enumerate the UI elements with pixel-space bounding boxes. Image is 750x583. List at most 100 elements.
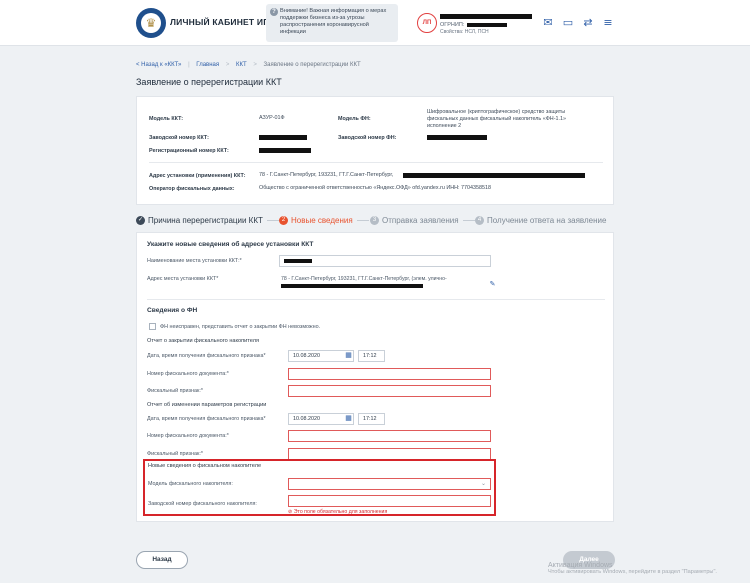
ogrnip-redacted	[467, 22, 508, 27]
change-time-input[interactable]: 17:12	[358, 413, 385, 425]
notice-text: Внимание! Важная информация о мерах подд…	[280, 8, 387, 35]
change-datetime-label: Дата, время получения фискального призна…	[147, 416, 266, 422]
required-error-text: Это поле обязательно для заполнения	[293, 509, 388, 515]
serial-kkt-label: Заводской номер ККТ:	[149, 135, 209, 141]
chat-icon[interactable]: ▭	[561, 16, 575, 30]
progress-stepper: ✓ Причина перерегистрации ККТ 2 Новые св…	[136, 214, 614, 230]
user-ogrnip: ОГРНИП:	[440, 22, 508, 28]
calendar-icon[interactable]: ▦	[344, 414, 353, 423]
kkt-info-card: Модель ККТ: АЗУР-01Ф Модель ФН: Шифровал…	[136, 96, 614, 205]
place-name-redacted	[284, 258, 312, 263]
address-field-value: 78 - Г.Санкт-Петербург, 193231, ГТ.Г.Сан…	[281, 276, 447, 282]
fns-logo[interactable]: ♛	[136, 8, 166, 38]
model-fn-value: Шифровальное (криптографическое) средств…	[427, 109, 566, 129]
change-report-title: Отчет об изменении параметров регистраци…	[147, 402, 267, 408]
closing-doc-number-label: Номер фискального документа:*	[147, 371, 229, 377]
breadcrumb-separator: >	[225, 62, 230, 68]
fn-serial-label: Заводской номер фискального накопителя:	[148, 501, 257, 507]
step-response: 4 Получение ответа на заявление	[475, 216, 606, 225]
reg-number-label: Регистрационный номер ККТ:	[149, 148, 229, 154]
step-new-info[interactable]: 2 Новые сведения	[279, 216, 369, 225]
windows-activation-watermark: Активация Windows Чтобы активировать Win…	[548, 562, 717, 576]
calendar-icon[interactable]: ▦	[344, 351, 353, 360]
change-time-value: 17:12	[363, 416, 377, 422]
watermark-title: Активация Windows	[548, 562, 613, 569]
step-label: Новые сведения	[291, 216, 353, 225]
menu-icon[interactable]: ≡	[601, 16, 615, 30]
step-label: Отправка заявления	[382, 216, 459, 225]
change-doc-number-input[interactable]	[288, 430, 491, 442]
breadcrumb-home[interactable]: Главная	[196, 62, 219, 68]
closing-doc-number-input[interactable]	[288, 368, 491, 380]
step-connector	[266, 220, 279, 221]
change-date-value: 10.08.2020	[293, 416, 320, 422]
breadcrumb-separator: >	[253, 62, 257, 68]
step-connector	[462, 220, 475, 221]
required-error-message: ⊘ Это поле обязательно для заполнения	[288, 509, 387, 515]
new-info-form: Укажите новые сведения об адресе установ…	[136, 232, 614, 522]
model-kkt-value: АЗУР-01Ф	[259, 115, 285, 121]
closing-fiscal-sign-label: Фискальный признак:*	[147, 388, 203, 394]
place-name-label: Наименование места установки ККТ:*	[147, 258, 242, 264]
breadcrumb-kkt[interactable]: ККТ	[236, 62, 247, 68]
closing-report-title: Отчет о закрытии фискального накопителя	[147, 338, 260, 344]
step-done-icon: ✓	[136, 216, 145, 225]
breadcrumb: < Назад к «ККТ» | Главная > ККТ > Заявле…	[136, 62, 366, 68]
step-connector	[356, 220, 369, 221]
ogrnip-label: ОГРНИП:	[440, 22, 465, 28]
address-label: Адрес установки (применения) ККТ:	[149, 173, 246, 179]
step-reason[interactable]: ✓ Причина перерегистрации ККТ	[136, 216, 279, 225]
place-name-input[interactable]	[279, 255, 491, 267]
model-kkt-label: Модель ККТ:	[149, 116, 184, 122]
address-field-label: Адрес места установки ККТ*	[147, 276, 219, 282]
breadcrumb-current: Заявление о перерегистрации ККТ	[263, 62, 361, 68]
serial-kkt-redacted	[259, 135, 307, 140]
chevron-down-icon: ⌄	[480, 480, 486, 487]
closing-fiscal-sign-input[interactable]	[288, 385, 491, 397]
model-fn-label: Модель ФН:	[338, 116, 371, 122]
avatar[interactable]: ЛП	[417, 13, 437, 33]
user-name-redacted	[440, 14, 532, 19]
ofd-label: Оператор фискальных данных:	[149, 186, 235, 192]
eagle-emblem-icon: ♛	[141, 13, 161, 33]
ofd-value: Общество с ограниченной ответственностью…	[259, 185, 492, 191]
closing-time-value: 17:12	[363, 353, 377, 359]
address-section-title: Укажите новые сведения об адресе установ…	[147, 241, 314, 248]
serial-fn-label: Заводской номер ФН:	[338, 135, 397, 141]
back-to-kkt-link[interactable]: < Назад к «ККТ»	[136, 62, 181, 68]
change-fiscal-sign-label: Фискальный признак:*	[147, 451, 203, 457]
watermark-subtitle: Чтобы активировать Windows, перейдите в …	[548, 569, 717, 575]
fn-serial-input[interactable]	[288, 495, 491, 507]
card-divider	[149, 162, 603, 163]
closing-datetime-label: Дата, время получения фискального призна…	[147, 353, 266, 359]
address-value: 78 - Г.Санкт-Петербург, 193231, ГТ.Г.Сан…	[259, 172, 394, 178]
step-number-icon: 2	[279, 216, 288, 225]
top-header: ♛ ЛИЧНЫЙ КАБИНЕТ ИП ? Внимание! Важная и…	[0, 0, 750, 46]
page-title: Заявление о перерегистрации ККТ	[136, 77, 282, 87]
serial-fn-redacted	[427, 135, 487, 140]
fn-model-label: Модель фискального накопителя:	[148, 481, 233, 487]
edit-pencil-icon[interactable]: ✎	[488, 280, 497, 289]
mail-icon[interactable]: ✉	[541, 16, 555, 30]
breadcrumb-divider: |	[188, 62, 190, 68]
section-divider	[147, 299, 605, 300]
change-doc-number-label: Номер фискального документа:*	[147, 433, 229, 439]
step-label: Получение ответа на заявление	[487, 216, 607, 225]
back-button[interactable]: Назад	[136, 551, 188, 569]
closing-time-input[interactable]: 17:12	[358, 350, 385, 362]
address-redacted	[403, 173, 585, 178]
brand-title[interactable]: ЛИЧНЫЙ КАБИНЕТ ИП	[170, 17, 270, 27]
user-status: Свойства: НСЛ, ПСН	[440, 29, 489, 35]
reg-number-redacted	[259, 148, 311, 153]
step-label: Причина перерегистрации ККТ	[148, 216, 263, 225]
covid-notice-banner[interactable]: ? Внимание! Важная информация о мерах по…	[266, 4, 398, 42]
step-number-icon: 3	[370, 216, 379, 225]
fn-model-select[interactable]: ⌄	[288, 478, 491, 490]
address-field-redacted	[281, 284, 423, 288]
closing-date-value: 10.08.2020	[293, 353, 320, 359]
fn-broken-label: ФН неисправен, представить отчет о закры…	[160, 324, 321, 330]
new-fn-title: Новые сведения о фискальном накопителе	[148, 463, 262, 469]
fn-broken-checkbox[interactable]	[149, 323, 156, 330]
swap-icon[interactable]: ⇄	[581, 16, 595, 30]
question-icon: ?	[270, 8, 278, 16]
